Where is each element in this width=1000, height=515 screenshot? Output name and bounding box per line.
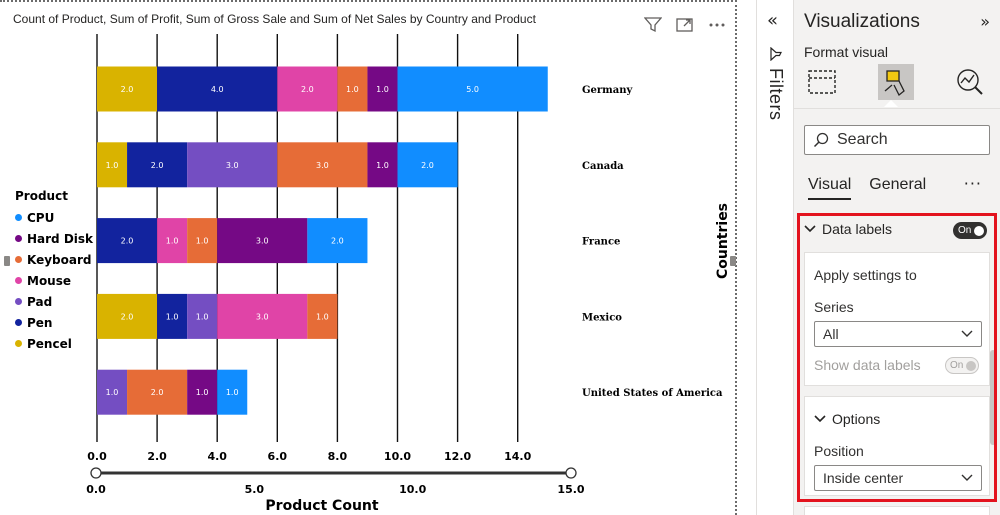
legend-label: Keyboard [27, 252, 92, 267]
chevron-double-right-icon[interactable]: » [980, 12, 990, 31]
data-label: 2.0 [121, 312, 134, 321]
data-label: 2.0 [421, 161, 434, 170]
legend-label: Pen [27, 315, 53, 330]
active-tab-caret [884, 100, 898, 107]
legend-marker [15, 235, 22, 242]
data-label: 3.0 [226, 161, 239, 170]
chart-visual[interactable]: Count of Product, Sum of Profit, Sum of … [0, 0, 737, 515]
x-tick-label: 2.0 [147, 450, 167, 463]
data-label: 1.0 [106, 161, 119, 170]
legend-item[interactable]: Pen [15, 312, 93, 333]
resize-handle-left[interactable] [4, 256, 10, 266]
highlight-box [797, 213, 997, 502]
data-label: 5.0 [466, 85, 479, 94]
legend-marker [15, 277, 22, 284]
legend-label: Hard Disk [27, 231, 94, 246]
legend-title: Product [15, 189, 68, 203]
data-label: 1.0 [166, 312, 179, 321]
data-label: 2.0 [151, 161, 164, 170]
data-label: 2.0 [301, 85, 314, 94]
search-icon [813, 132, 829, 148]
legend-item[interactable]: Hard Disk [15, 228, 93, 249]
chevron-double-left-icon[interactable]: « [767, 10, 778, 31]
legend-item[interactable]: Pad [15, 291, 93, 312]
x-tick-label: 12.0 [444, 450, 471, 463]
slider-tick-label: 5.0 [245, 483, 265, 496]
legend-item[interactable]: Mouse [15, 270, 93, 291]
data-label: 1.0 [196, 312, 209, 321]
report-canvas: Count of Product, Sum of Profit, Sum of … [0, 0, 1000, 515]
pane-subtitle: Format visual [804, 44, 889, 60]
legend-item[interactable]: Keyboard [15, 249, 93, 270]
data-label: 1.0 [316, 312, 329, 321]
pane-title: Visualizations [804, 11, 920, 32]
x-tick-label: 4.0 [207, 450, 227, 463]
filter-icon [769, 46, 783, 65]
zoom-slider-end-handle [565, 467, 577, 479]
data-label: 1.0 [106, 388, 119, 397]
category-label: Canada [582, 161, 624, 172]
x-tick-label: 0.0 [87, 450, 107, 463]
zoom-slider-start-handle [90, 467, 102, 479]
data-label: 1.0 [376, 85, 389, 94]
data-label: 3.0 [256, 237, 269, 246]
format-tabs: Visual General [808, 176, 926, 200]
category-label: Germany [582, 85, 634, 96]
x-axis-title: Product Count [265, 498, 378, 514]
chart-legend: Product CPU Hard Disk Keyboard Mouse Pad Pen P… [15, 189, 93, 354]
data-label: 2.0 [151, 388, 164, 397]
stacked-bar-chart: 0.0 2.0 4.0 6.0 8.0 10.0 12.0 14.0 2.0 4.0 2.0 1.0 1… [86, 34, 731, 514]
x-tick-label: 6.0 [268, 450, 288, 463]
data-label: 1.0 [196, 388, 209, 397]
legend-item[interactable]: Pencel [15, 333, 93, 354]
tab-visual[interactable]: Visual [808, 176, 852, 200]
legend-label: CPU [27, 210, 55, 225]
legend-marker [15, 340, 22, 347]
slider-tick-label: 0.0 [86, 483, 106, 496]
data-label: 3.0 [256, 312, 269, 321]
legend-label: Pad [27, 294, 53, 309]
search-placeholder: Search [837, 131, 888, 148]
x-tick-label: 10.0 [384, 450, 411, 463]
x-tick-label: 8.0 [328, 450, 348, 463]
category-label: Mexico [582, 312, 622, 323]
divider [794, 108, 1000, 109]
data-label: 2.0 [331, 237, 344, 246]
category-label: France [582, 237, 620, 248]
x-tick-label: 14.0 [504, 450, 531, 463]
data-label: 3.0 [316, 161, 329, 170]
data-label: 1.0 [346, 85, 359, 94]
legend-marker [15, 214, 22, 221]
data-label: 1.0 [226, 388, 239, 397]
data-label: 2.0 [121, 237, 134, 246]
filters-pane-collapsed[interactable]: « Filters [756, 0, 794, 515]
y-axis-title: Countries [715, 203, 731, 279]
format-visual-icon[interactable] [878, 64, 914, 100]
next-section-card [804, 506, 990, 515]
data-label: 1.0 [196, 237, 209, 246]
resize-handle-right[interactable] [730, 256, 736, 266]
data-label: 1.0 [376, 161, 389, 170]
category-label: United States of America [582, 388, 723, 399]
legend-marker [15, 319, 22, 326]
data-label: 1.0 [166, 237, 179, 246]
analytics-icon[interactable] [952, 64, 988, 100]
slider-tick-label: 15.0 [557, 483, 584, 496]
legend-marker [15, 256, 22, 263]
legend-item[interactable]: CPU [15, 207, 93, 228]
tab-general[interactable]: General [869, 176, 926, 200]
legend-label: Mouse [27, 273, 72, 288]
filters-label[interactable]: Filters [765, 68, 786, 121]
search-input[interactable]: Search [804, 125, 990, 155]
build-visual-icon[interactable] [804, 64, 840, 100]
data-label: 2.0 [121, 85, 134, 94]
legend-marker [15, 298, 22, 305]
legend-label: Pencel [27, 336, 72, 351]
data-label: 4.0 [211, 85, 224, 94]
more-options-icon[interactable]: ··· [964, 174, 982, 193]
slider-tick-label: 10.0 [399, 483, 426, 496]
